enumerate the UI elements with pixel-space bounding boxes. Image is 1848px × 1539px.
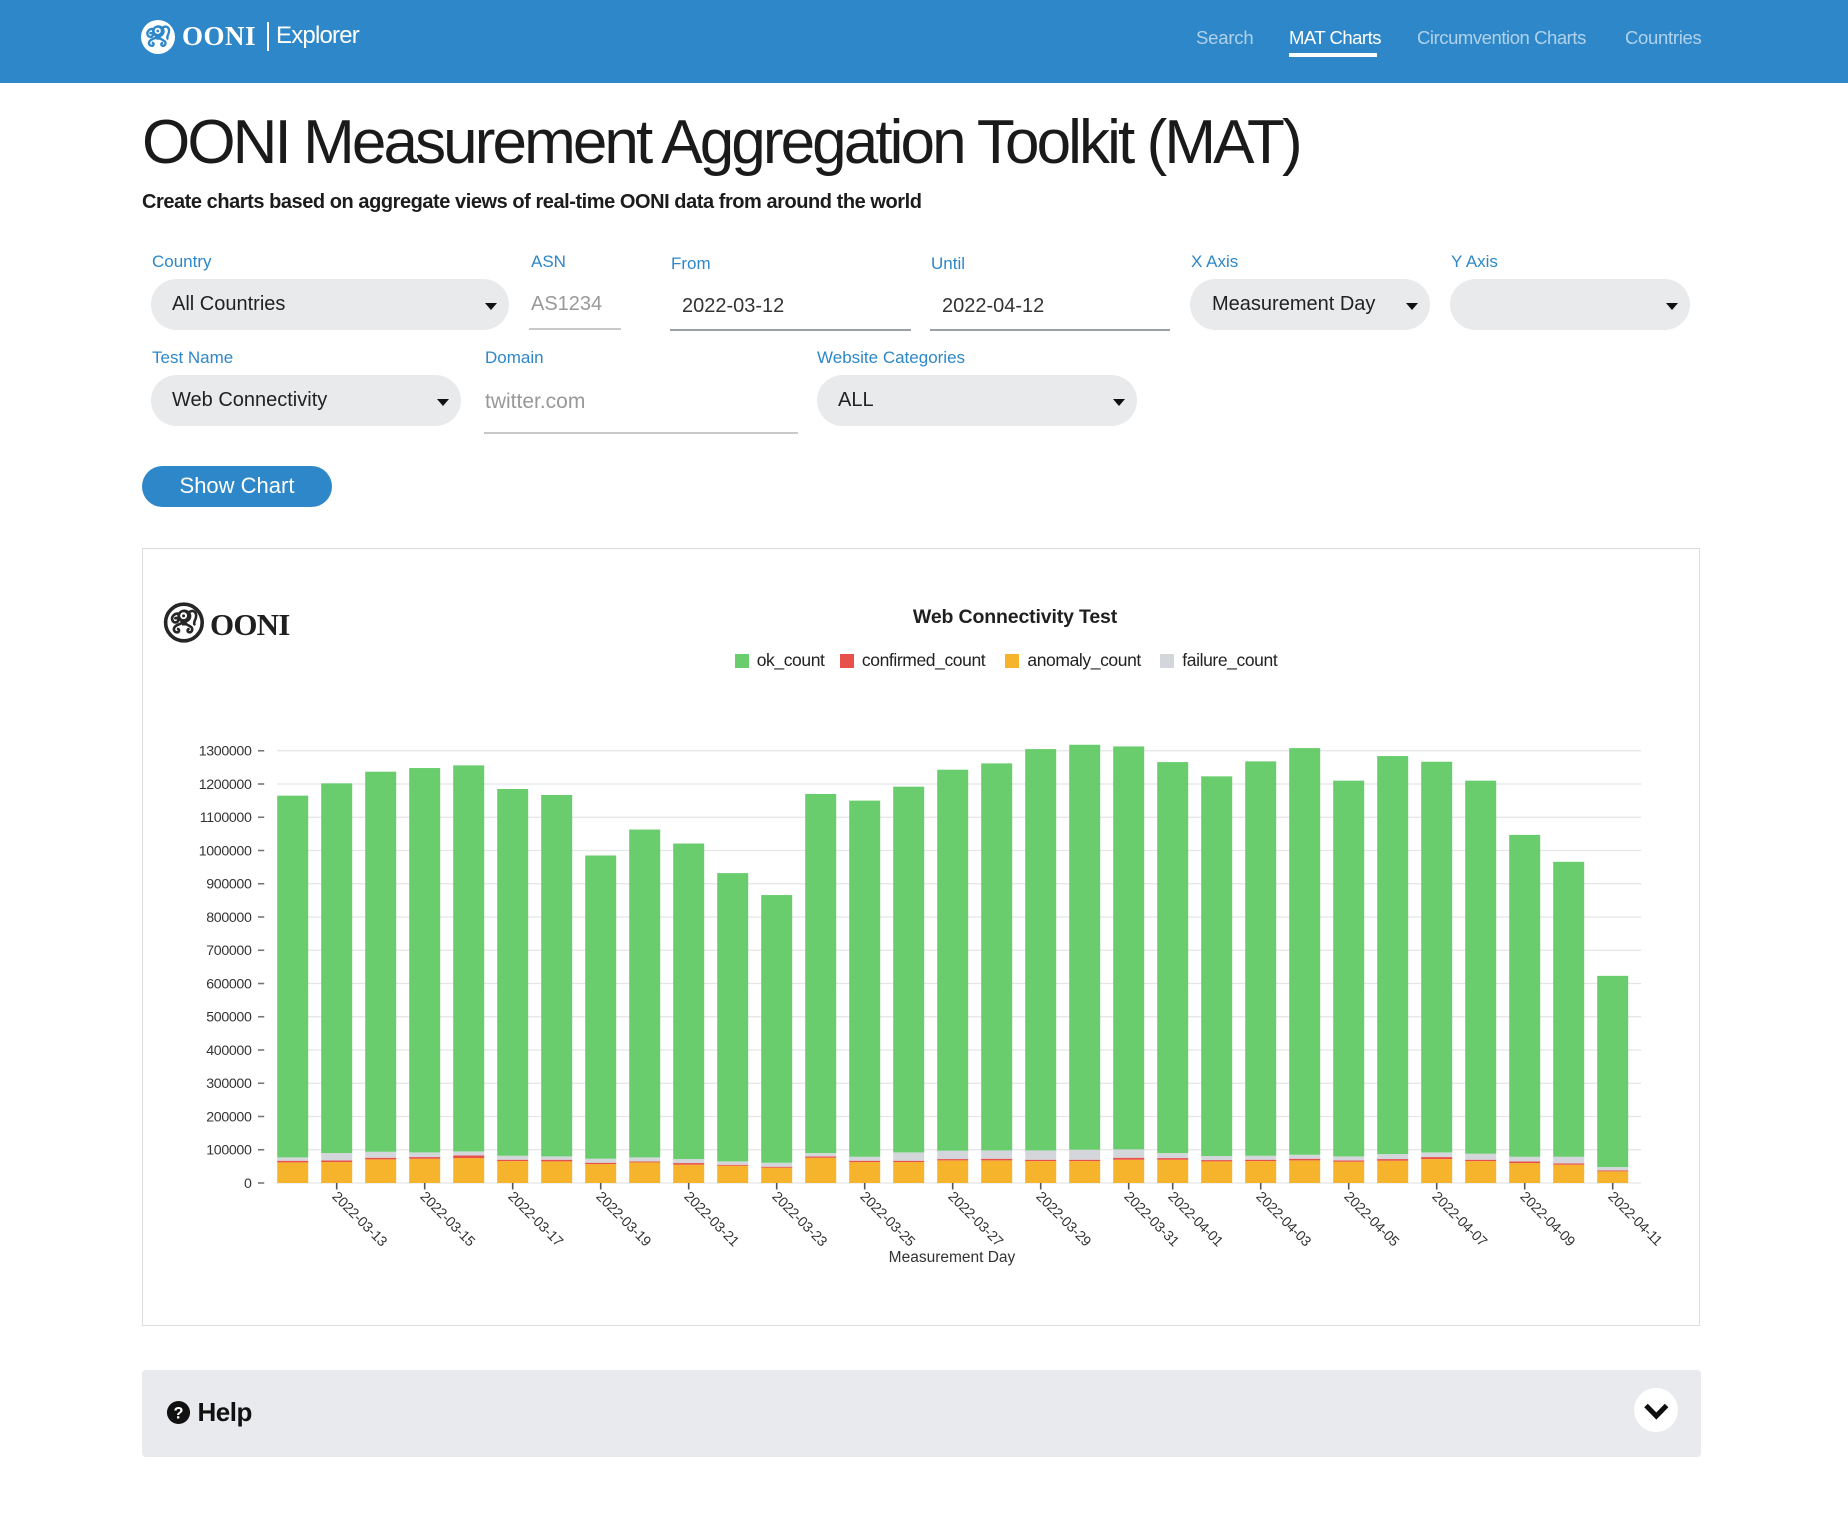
svg-text:300000: 300000 bbox=[206, 1076, 252, 1092]
svg-text:2022-04-07: 2022-04-07 bbox=[1429, 1189, 1490, 1250]
svg-text:0: 0 bbox=[244, 1176, 252, 1192]
svg-text:1300000: 1300000 bbox=[199, 744, 252, 760]
svg-text:2022-03-29: 2022-03-29 bbox=[1033, 1189, 1094, 1250]
svg-text:800000: 800000 bbox=[206, 910, 252, 926]
svg-text:1000000: 1000000 bbox=[199, 843, 252, 859]
svg-text:2022-03-17: 2022-03-17 bbox=[505, 1189, 566, 1250]
svg-text:2022-03-27: 2022-03-27 bbox=[945, 1189, 1006, 1250]
svg-text:2022-04-05: 2022-04-05 bbox=[1341, 1189, 1402, 1250]
svg-text:1200000: 1200000 bbox=[199, 777, 252, 793]
svg-text:2022-04-11: 2022-04-11 bbox=[1605, 1189, 1666, 1250]
svg-text:1100000: 1100000 bbox=[200, 810, 252, 826]
svg-text:2022-03-13: 2022-03-13 bbox=[329, 1189, 390, 1250]
svg-text:2022-03-21: 2022-03-21 bbox=[681, 1189, 742, 1250]
svg-text:100000: 100000 bbox=[206, 1143, 252, 1159]
svg-text:200000: 200000 bbox=[206, 1109, 252, 1125]
svg-text:900000: 900000 bbox=[206, 877, 252, 893]
svg-text:700000: 700000 bbox=[206, 943, 252, 959]
svg-text:2022-03-19: 2022-03-19 bbox=[593, 1189, 654, 1250]
svg-text:600000: 600000 bbox=[206, 976, 252, 992]
svg-text:500000: 500000 bbox=[206, 1010, 252, 1026]
svg-text:2022-03-25: 2022-03-25 bbox=[857, 1189, 918, 1250]
svg-text:?: ? bbox=[173, 1404, 183, 1422]
svg-text:Measurement Day: Measurement Day bbox=[889, 1249, 1016, 1266]
svg-text:400000: 400000 bbox=[206, 1043, 252, 1059]
svg-text:2022-03-15: 2022-03-15 bbox=[417, 1189, 478, 1250]
svg-text:2022-03-23: 2022-03-23 bbox=[769, 1189, 830, 1250]
svg-text:2022-04-03: 2022-04-03 bbox=[1253, 1189, 1314, 1250]
svg-text:2022-04-09: 2022-04-09 bbox=[1517, 1189, 1578, 1250]
